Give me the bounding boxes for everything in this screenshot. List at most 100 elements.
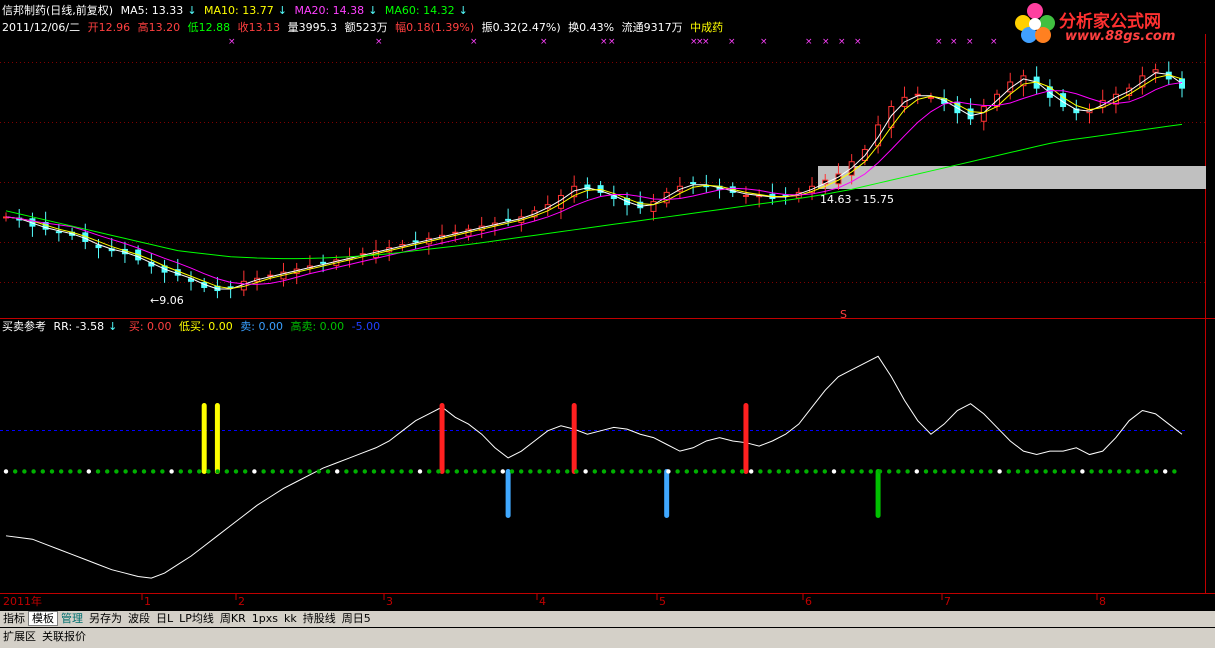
top-markers: × × × × × × ××× × × × × × × × × × × [228, 37, 998, 47]
zero-dot [454, 469, 459, 474]
zero-dot [298, 469, 303, 474]
candle-body [914, 93, 921, 96]
marker-x: × [375, 37, 383, 47]
zero-dot [1080, 469, 1085, 474]
zero-dot [795, 469, 800, 474]
indicator-panel [0, 355, 1185, 579]
toolbar-item-1pxs[interactable]: 1pxs [249, 611, 281, 627]
tab-related-quotes[interactable]: 关联报价 [39, 628, 89, 646]
zero-dot [31, 469, 36, 474]
indicator-toolbar: 指标 模板 管理 另存为 波段 日L LP均线 周KR 1pxs kk 持股线 周日5 [0, 611, 1215, 627]
candle-body [690, 182, 697, 185]
zero-dot [353, 469, 358, 474]
zero-dot [537, 469, 542, 474]
watermark-logo: 分析家公式网 www.88gs.com [1009, 1, 1209, 45]
amount: 额523万 [344, 21, 388, 34]
header-line-2: 2011/12/06/二 开12.96 高13.20 低12.88 收13.13… [2, 21, 727, 34]
zero-dot [712, 469, 717, 474]
toolbar-item-manage[interactable]: 管理 [58, 611, 86, 627]
toolbar-item-save-as[interactable]: 另存为 [86, 611, 125, 627]
candle-body [412, 240, 419, 243]
zero-dot [22, 469, 27, 474]
zero-dot [86, 469, 92, 474]
change: 幅0.18(1.39%) [395, 21, 475, 34]
candle-body [1152, 69, 1159, 73]
zero-dot [399, 469, 404, 474]
toolbar-item-week-kr[interactable]: 周KR [217, 611, 249, 627]
candle-body [55, 231, 62, 234]
zero-dot [344, 469, 349, 474]
zero-dot [905, 469, 910, 474]
open-price: 开12.96 [87, 21, 131, 34]
amplitude: 振0.32(2.47%) [481, 21, 561, 34]
toolbar-item-template[interactable]: 模板 [28, 611, 58, 626]
zero-dot [289, 469, 294, 474]
marker-x: × [760, 37, 768, 47]
zero-dotted-line [3, 469, 1177, 474]
ma60-line [5, 123, 1183, 260]
logo-url: www.88gs.com [1065, 29, 1176, 44]
toolbar-item-wave[interactable]: 波段 [125, 611, 153, 627]
zero-dot [270, 469, 275, 474]
quote-date: 2011/12/06/二 [2, 21, 81, 34]
zero-dot [1172, 469, 1177, 474]
zero-dot [252, 469, 257, 474]
zero-dot [160, 469, 165, 474]
ma20-value: MA20: 14.38 [294, 4, 365, 17]
candle-body [927, 96, 934, 99]
toolbar-item-kk[interactable]: kk [281, 611, 300, 627]
toolbar-item-indicator[interactable]: 指标 [0, 611, 28, 627]
date-axis: 2011年 1 2 3 4 5 6 7 8 [3, 594, 1106, 608]
zero-dot [59, 469, 64, 474]
toolbar-item-holding-line[interactable]: 持股线 [300, 611, 339, 627]
toolbar-item-lp-ma[interactable]: LP均线 [176, 611, 217, 627]
zero-dot [675, 469, 680, 474]
candle-body [742, 194, 749, 197]
toolbar-item-day-l[interactable]: 日L [153, 611, 176, 627]
zero-dot [316, 469, 321, 474]
zero-dot [1006, 469, 1011, 474]
zero-dot [528, 469, 533, 474]
zero-dot [68, 469, 73, 474]
zero-dot [151, 469, 156, 474]
zero-dot [574, 469, 579, 474]
zero-dot [647, 469, 653, 474]
zero-dot [77, 469, 82, 474]
candle-body [505, 218, 512, 221]
zero-dot [261, 469, 266, 474]
zero-dot [611, 469, 616, 474]
zero-dot [776, 469, 781, 474]
zero-dot [132, 469, 137, 474]
year-label: 2011年 [3, 594, 42, 608]
zero-dot [877, 469, 883, 474]
zero-dot [1098, 469, 1104, 474]
zero-dot [1107, 469, 1113, 474]
zero-dot [1015, 469, 1021, 474]
ma60-value: MA60: 14.32 [384, 4, 455, 17]
marker-x: × [822, 37, 830, 47]
zero-dot [583, 469, 588, 474]
signal-s-label: S [840, 308, 847, 321]
low-price: 低12.88 [187, 21, 231, 34]
zero-dot [519, 469, 524, 474]
zero-dot [197, 469, 202, 474]
low-price-label: ←9.06 [150, 294, 184, 307]
zero-dot [785, 469, 791, 474]
chart-frame [0, 34, 1215, 594]
zero-dot [40, 469, 45, 474]
sell-value: 卖: 0.00 [240, 320, 283, 333]
zero-dot [565, 469, 570, 474]
zero-dot [831, 469, 837, 474]
zero-dot [739, 469, 745, 474]
tab-extension-area[interactable]: 扩展区 [0, 628, 39, 646]
ma60-arrow-icon: ↓ [458, 4, 468, 17]
marker-x: × [540, 37, 548, 47]
marker-x: × [608, 37, 616, 47]
zero-dot [749, 469, 754, 474]
zero-dot [1135, 469, 1140, 474]
zero-dot [868, 469, 873, 474]
toolbar-item-week-day5[interactable]: 周日5 [339, 611, 374, 627]
zero-dot [951, 469, 956, 474]
zero-dot [417, 469, 423, 474]
candle-body [980, 106, 987, 122]
